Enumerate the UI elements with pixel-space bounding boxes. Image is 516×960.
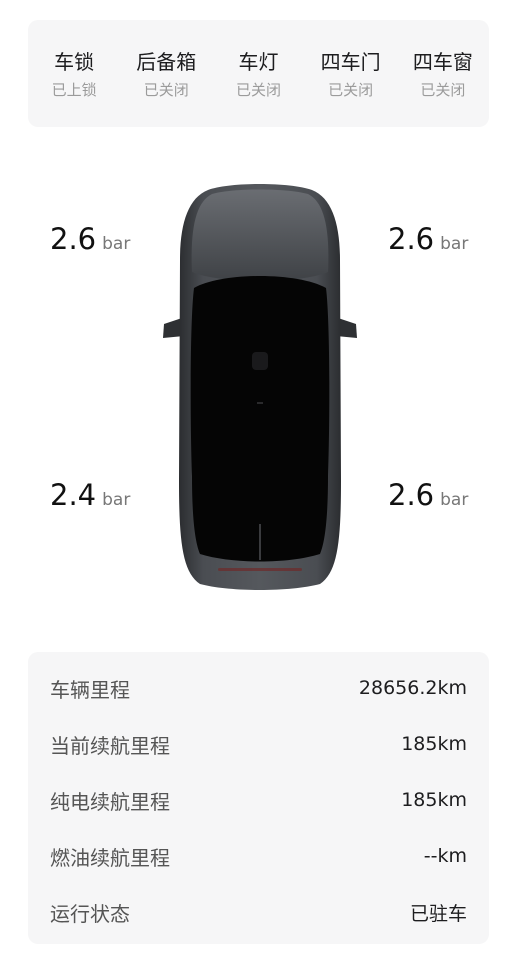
status-lock[interactable]: 车锁 已上锁 (30, 48, 118, 100)
tire-pressure-unit: bar (102, 490, 131, 510)
tire-pressure-unit: bar (440, 490, 469, 510)
status-lights[interactable]: 车灯 已关闭 (214, 48, 302, 100)
tire-pressure-rear-left: 2.4 bar (50, 478, 130, 512)
status-value: 已上锁 (51, 80, 97, 99)
status-value: 已关闭 (328, 80, 374, 99)
status-label: 四车窗 (412, 49, 473, 74)
status-label: 后备箱 (136, 49, 197, 74)
status-label: 车锁 (54, 49, 95, 74)
stat-label: 车辆里程 (50, 677, 130, 702)
stat-label: 燃油续航里程 (50, 845, 170, 870)
stat-value: 已驻车 (409, 902, 467, 925)
stat-value: 185km (401, 789, 467, 811)
stat-label: 运行状态 (50, 901, 130, 926)
status-windows[interactable]: 四车窗 已关闭 (399, 48, 487, 100)
status-doors[interactable]: 四车门 已关闭 (307, 48, 395, 100)
stat-row-current-range: 当前续航里程 185km (50, 729, 467, 759)
tire-pressure-value: 2.6 (388, 222, 435, 256)
tire-pressure-rear-right: 2.6 bar (388, 478, 468, 512)
tire-pressure-value: 2.4 (50, 478, 97, 512)
status-label: 车灯 (238, 49, 279, 74)
stat-label: 当前续航里程 (50, 733, 170, 758)
stat-row-running-status: 运行状态 已驻车 (50, 897, 467, 927)
vehicle-status-page: 车锁 已上锁 后备箱 已关闭 车灯 已关闭 四车门 已关闭 四车窗 已关闭 2.… (0, 0, 516, 960)
tire-pressure-value: 2.6 (388, 478, 435, 512)
tire-pressure-front-right: 2.6 bar (388, 222, 468, 256)
stat-row-electric-range: 纯电续航里程 185km (50, 785, 467, 815)
car-top-view-image (160, 180, 360, 592)
stat-value: --km (423, 845, 467, 867)
stat-label: 纯电续航里程 (50, 789, 170, 814)
stat-value: 28656.2km (358, 677, 467, 699)
status-value: 已关闭 (143, 80, 189, 99)
status-label: 四车门 (320, 49, 381, 74)
tire-pressure-unit: bar (440, 234, 469, 254)
vehicle-status-card: 车锁 已上锁 后备箱 已关闭 车灯 已关闭 四车门 已关闭 四车窗 已关闭 (28, 20, 489, 127)
status-trunk[interactable]: 后备箱 已关闭 (122, 48, 210, 100)
status-value: 已关闭 (420, 80, 466, 99)
stat-row-total-mileage: 车辆里程 28656.2km (50, 673, 467, 703)
tire-pressure-unit: bar (102, 234, 131, 254)
tire-pressure-front-left: 2.6 bar (50, 222, 130, 256)
status-value: 已关闭 (235, 80, 281, 99)
stat-row-fuel-range: 燃油续航里程 --km (50, 841, 467, 871)
mileage-stats-card: 车辆里程 28656.2km 当前续航里程 185km 纯电续航里程 185km… (28, 652, 489, 944)
stat-value: 185km (401, 733, 467, 755)
tire-pressure-value: 2.6 (50, 222, 97, 256)
